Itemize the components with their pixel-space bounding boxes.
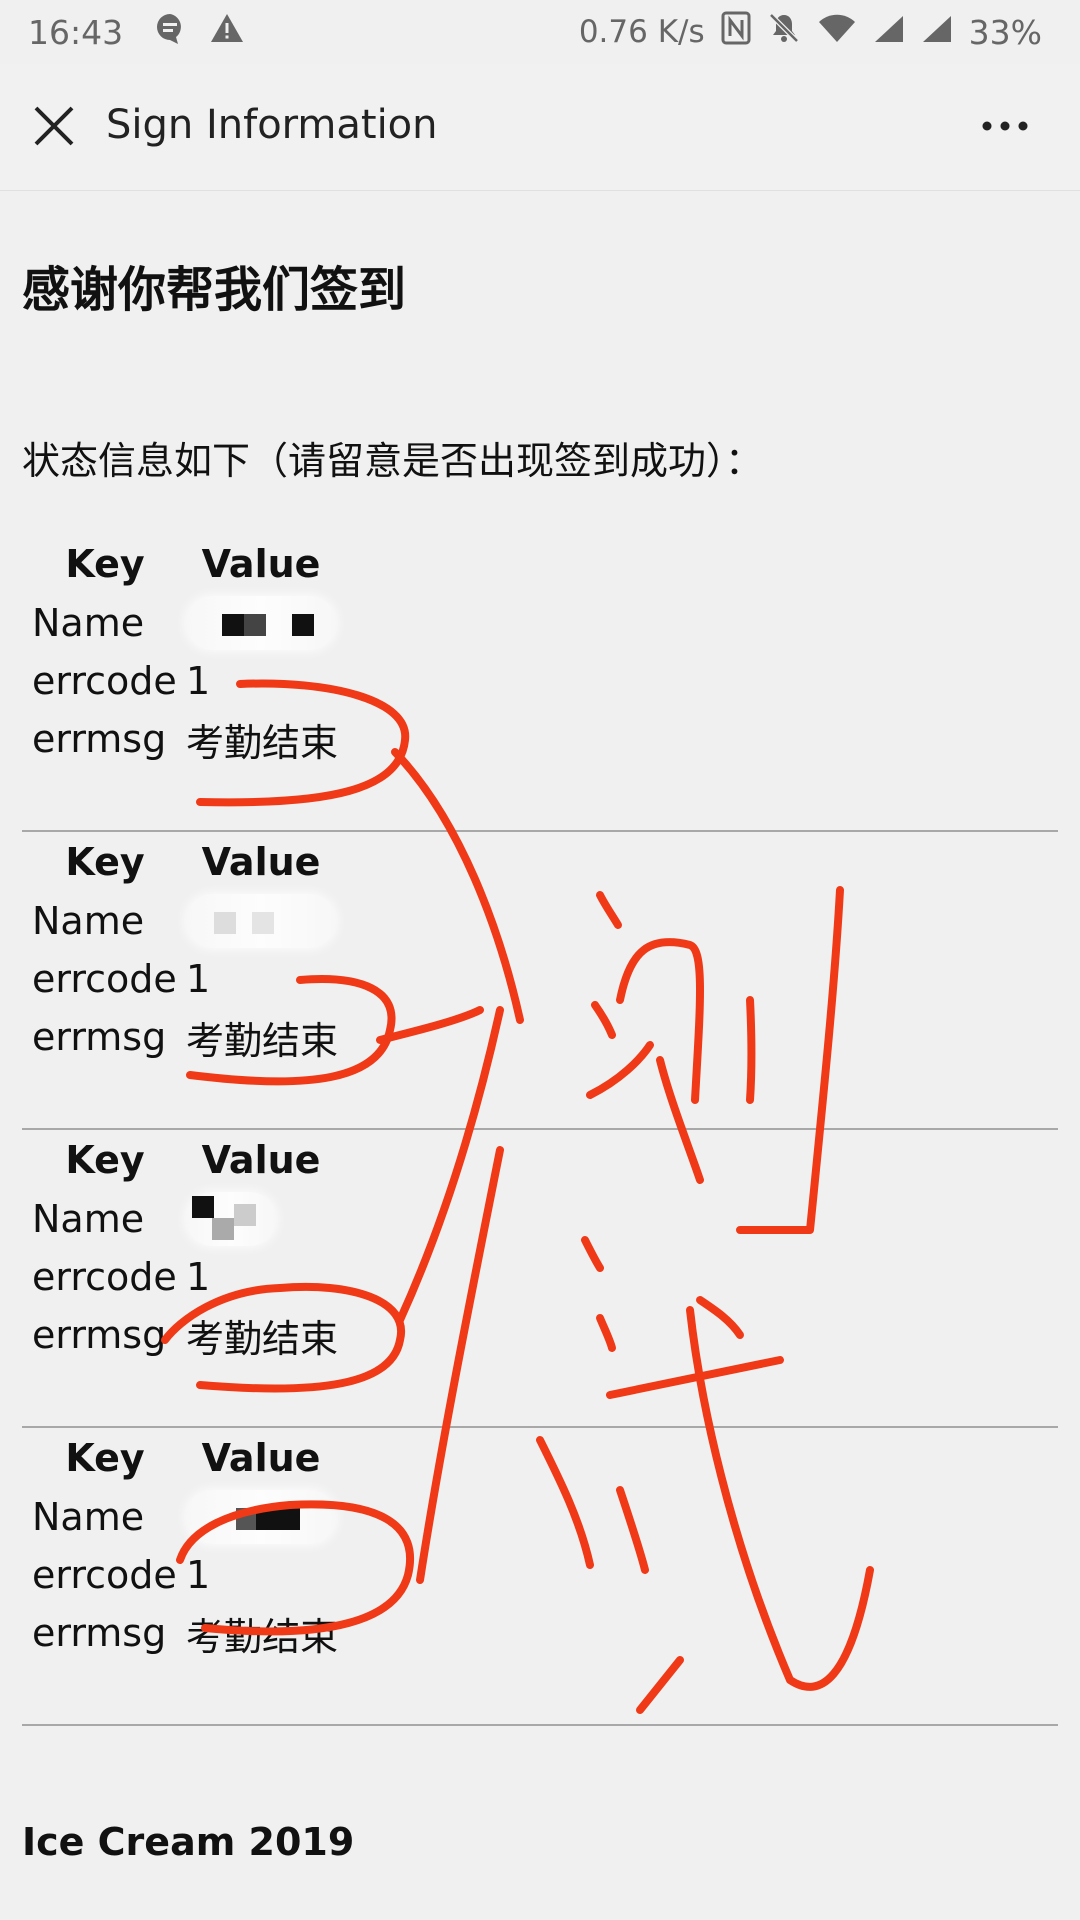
status-description: 状态信息如下（请留意是否出现签到成功）： xyxy=(22,439,764,483)
close-icon xyxy=(34,106,74,146)
more-icon xyxy=(982,121,1028,131)
value-header: Value xyxy=(201,840,321,884)
errmsg-value: 考勤结束 xyxy=(186,1316,339,1361)
key-header: Key xyxy=(65,542,145,586)
record-table: Key Value Name errcode 1 errmsg 考勤结束 xyxy=(22,534,1058,832)
record-table: Key Value Name errcode 1 errmsg 考勤结束 xyxy=(22,832,1058,1130)
mute-icon xyxy=(767,11,801,53)
chat-notification-icon xyxy=(153,11,187,53)
value-header: Value xyxy=(201,542,321,586)
value-header: Value xyxy=(201,1138,321,1182)
errmsg-label: errmsg xyxy=(32,1015,167,1059)
errcode-value: 1 xyxy=(186,1255,211,1299)
redacted-name xyxy=(186,894,336,948)
errcode-label: errcode xyxy=(32,1255,177,1299)
errmsg-label: errmsg xyxy=(32,1313,167,1357)
page-heading: 感谢你帮我们签到 xyxy=(22,262,407,318)
status-bar: 16:43 0.76 K/s 33% xyxy=(0,0,1080,64)
network-speed: 0.76 K/s xyxy=(578,14,705,50)
name-label: Name xyxy=(32,1495,145,1539)
errmsg-value: 考勤结束 xyxy=(186,1614,339,1659)
record-table: Key Value Name errcode 1 errmsg 考勤结束 xyxy=(22,1130,1058,1428)
errmsg-label: errmsg xyxy=(32,717,167,761)
key-header: Key xyxy=(65,840,145,884)
record-table: Key Value Name errcode 1 errmsg 考勤结束 xyxy=(22,1428,1058,1726)
wifi-icon xyxy=(817,13,857,52)
name-label: Name xyxy=(32,1197,145,1241)
more-button[interactable] xyxy=(970,94,1040,158)
signal-icon xyxy=(873,13,905,52)
close-button[interactable] xyxy=(22,94,86,158)
errcode-value: 1 xyxy=(186,1553,211,1597)
status-time: 16:43 xyxy=(28,12,124,52)
errmsg-label: errmsg xyxy=(32,1611,167,1655)
errcode-label: errcode xyxy=(32,1553,177,1597)
footer-text: Ice Cream 2019 xyxy=(22,1820,355,1864)
errcode-value: 1 xyxy=(186,957,211,1001)
key-header: Key xyxy=(65,1138,145,1182)
errmsg-value: 考勤结束 xyxy=(186,1018,339,1063)
errcode-value: 1 xyxy=(186,659,211,703)
redacted-name xyxy=(186,1192,276,1246)
name-label: Name xyxy=(32,601,145,645)
errcode-label: errcode xyxy=(32,957,177,1001)
page-title: Sign Information xyxy=(106,102,438,148)
battery-level: 33% xyxy=(968,12,1042,52)
errcode-label: errcode xyxy=(32,659,177,703)
records-list: Key Value Name errcode 1 errmsg 考勤结束 Key… xyxy=(22,534,1058,1726)
redacted-name xyxy=(186,596,336,650)
nfc-icon xyxy=(721,11,751,53)
key-header: Key xyxy=(65,1436,145,1480)
warning-icon xyxy=(209,12,245,52)
errmsg-value: 考勤结束 xyxy=(186,720,339,765)
redacted-name xyxy=(186,1490,336,1544)
app-bar: Sign Information xyxy=(0,64,1080,191)
value-header: Value xyxy=(201,1436,321,1480)
signal-icon xyxy=(921,13,953,52)
name-label: Name xyxy=(32,899,145,943)
